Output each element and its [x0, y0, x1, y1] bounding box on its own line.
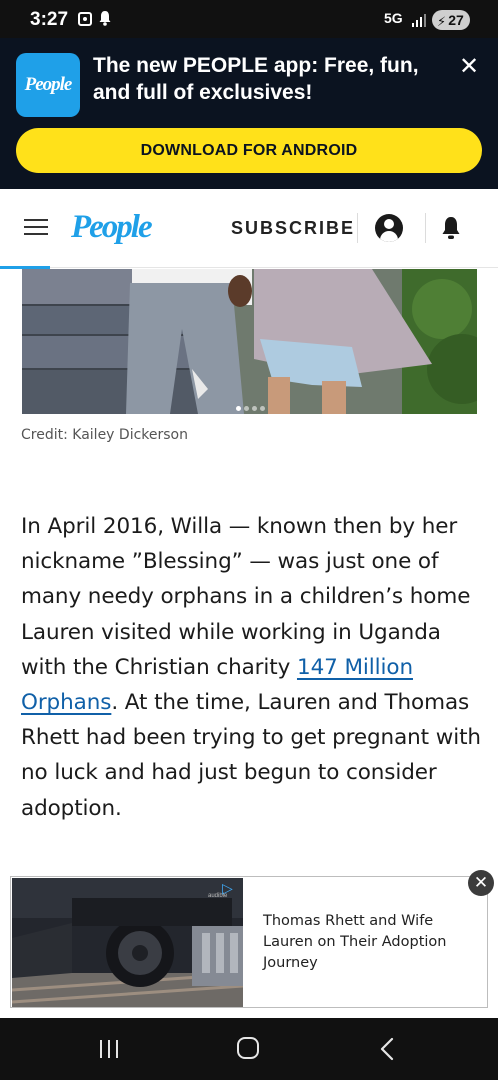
notification-bell-icon: [99, 11, 111, 26]
network-type: 5G: [384, 10, 403, 26]
people-logo[interactable]: People: [71, 209, 153, 246]
close-icon[interactable]: ✕: [468, 870, 494, 896]
status-bar: 3:27 5G ⚡ 27: [0, 0, 498, 38]
header-divider: [425, 213, 426, 243]
status-time: 3:27: [30, 9, 69, 30]
subscribe-link[interactable]: SUBSCRIBE: [231, 218, 355, 239]
photo-credit: Credit: Kailey Dickerson: [21, 427, 188, 443]
system-navigation-bar: [0, 1018, 498, 1080]
photo-illustration: [22, 269, 477, 414]
notification-bell-icon[interactable]: [440, 215, 462, 241]
ad-title[interactable]: Thomas Rhett and Wife Lauren on Their Ad…: [263, 911, 463, 974]
banner-title: The new PEOPLE app: Free, fun, and full …: [93, 54, 419, 104]
battery-level: 27: [448, 12, 464, 28]
app-install-banner: People The new PEOPLE app: Free, fun, an…: [0, 38, 498, 189]
ad-video-thumbnail[interactable]: ▷ audible: [12, 878, 243, 1007]
slide-indicator: [236, 398, 268, 411]
account-icon[interactable]: [375, 214, 403, 242]
article-photo[interactable]: [22, 269, 477, 414]
recents-icon[interactable]: [98, 1040, 120, 1058]
download-for-android-button[interactable]: DOWNLOAD FOR ANDROID: [16, 128, 482, 173]
hamburger-menu-icon[interactable]: [24, 219, 48, 237]
people-app-logo: People: [16, 53, 80, 117]
article-paragraph: In April 2016, Willa — known then by her…: [21, 509, 481, 826]
back-icon[interactable]: [377, 1037, 399, 1061]
ad-brand: audible: [208, 893, 228, 899]
signal-icon: [412, 14, 426, 27]
site-header: People SUBSCRIBE: [0, 189, 498, 268]
media-icon: [78, 12, 92, 26]
header-divider: [357, 213, 358, 243]
home-icon[interactable]: [237, 1037, 259, 1059]
battery-icon: ⚡ 27: [432, 10, 470, 30]
close-icon[interactable]: ✕: [458, 55, 480, 79]
video-ad[interactable]: ▷ audible Thomas Rhett and Wife Lauren o…: [10, 876, 488, 1008]
